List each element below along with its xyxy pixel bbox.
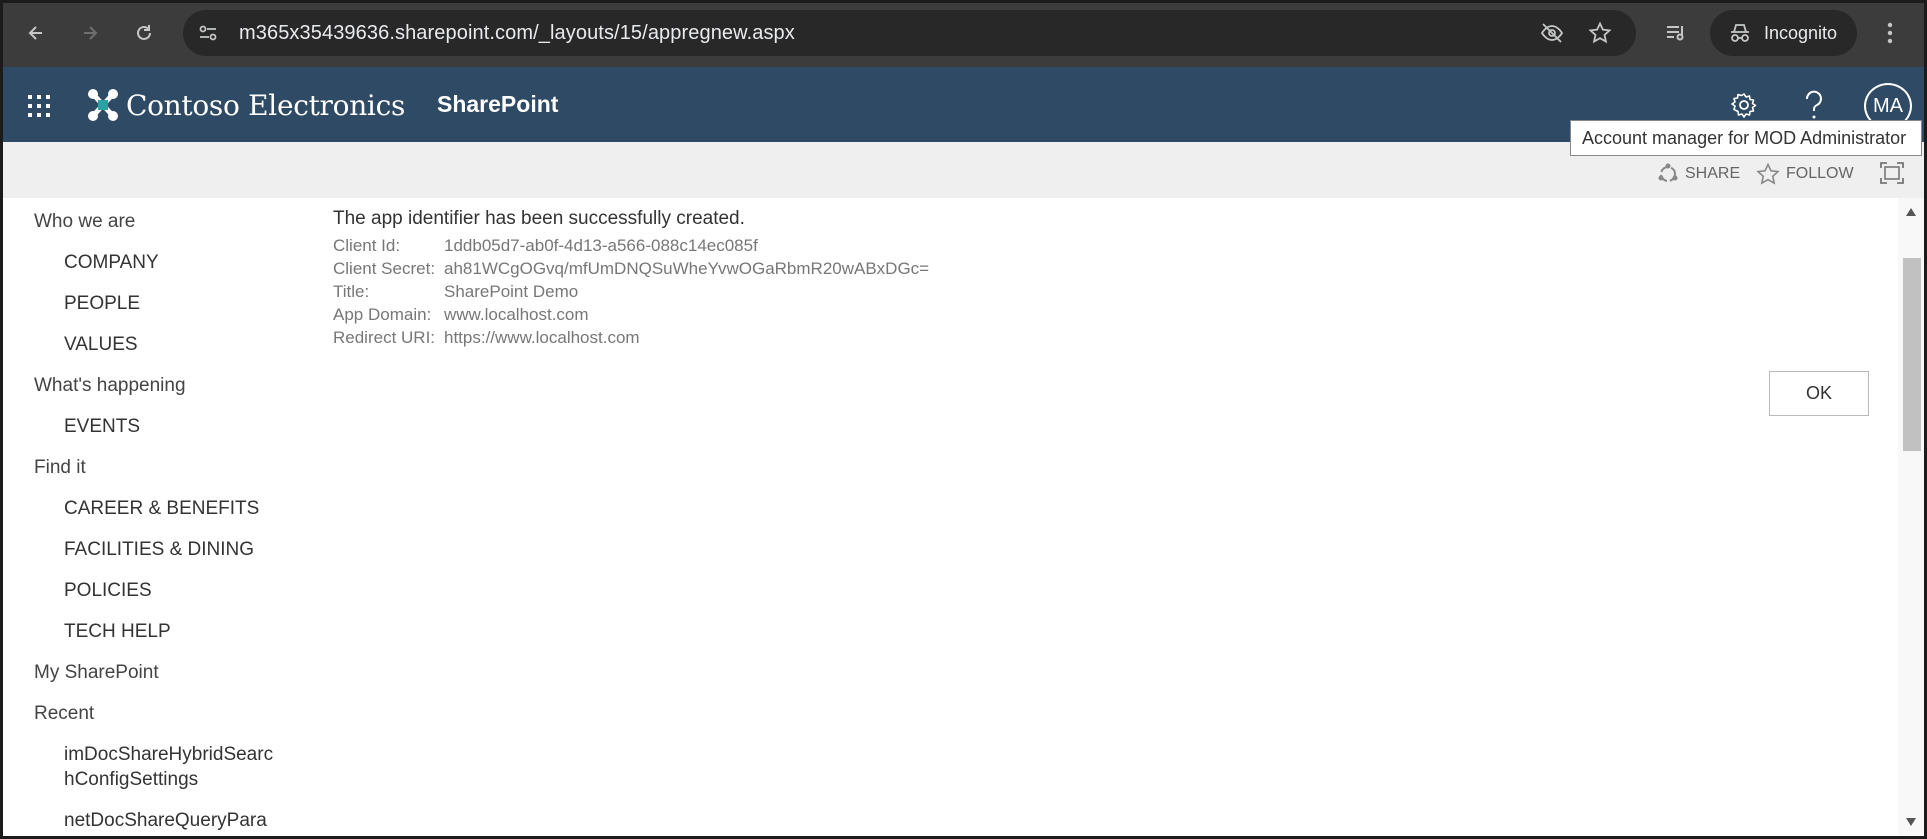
title-row: Title: SharePoint Demo (333, 280, 929, 303)
app-title[interactable]: SharePoint (437, 91, 558, 118)
nav-recent-item-1[interactable]: imDocShareHybridSearc (64, 744, 273, 766)
ok-button[interactable]: OK (1769, 371, 1869, 416)
follow-button[interactable]: FOLLOW (1756, 163, 1854, 185)
scrollbar-thumb[interactable] (1903, 258, 1921, 451)
redirect-uri-row: Redirect URI: https://www.localhost.com (333, 326, 929, 349)
redirect-uri-label: Redirect URI: (333, 328, 436, 347)
more-icon[interactable] (1878, 20, 1902, 46)
incognito-icon (1731, 24, 1749, 42)
redirect-uri-value: https://www.localhost.com (444, 328, 640, 347)
brand-name: Contoso Electronics (126, 88, 406, 122)
title-label: Title: (333, 282, 370, 301)
nav-whats-happening[interactable]: What's happening (34, 375, 186, 397)
site-info-icon[interactable] (197, 22, 219, 44)
nav-people[interactable]: PEOPLE (64, 293, 140, 315)
browser-toolbar: m365x35439636.sharepoint.com/_layouts/15… (0, 0, 1927, 67)
focus-mode-icon[interactable] (1880, 162, 1904, 184)
share-icon (1658, 163, 1678, 182)
nav-values[interactable]: VALUES (64, 334, 138, 356)
app-registration-result: The app identifier has been successfully… (333, 208, 929, 349)
nav-tech-help[interactable]: TECH HELP (64, 621, 171, 643)
nav-who-we-are[interactable]: Who we are (34, 211, 135, 233)
app-domain-label: App Domain: (333, 305, 432, 324)
url-text[interactable]: m365x35439636.sharepoint.com/_layouts/15… (239, 22, 795, 45)
client-id-value: 1ddb05d7-ab0f-4d13-a566-088c14ec085f (444, 236, 758, 255)
client-secret-value: ah81WCgOGvq/mfUmDNQSuWheYvwOGaRbmR20wABx… (444, 259, 930, 278)
nav-find-it[interactable]: Find it (34, 457, 86, 479)
address-bar[interactable]: m365x35439636.sharepoint.com/_layouts/15… (183, 10, 1636, 56)
app-domain-row: App Domain: www.localhost.com (333, 303, 929, 326)
success-message: The app identifier has been successfully… (333, 208, 745, 229)
star-icon[interactable] (1588, 21, 1612, 45)
reload-icon[interactable] (128, 17, 160, 49)
scroll-up-icon[interactable] (1906, 208, 1916, 216)
star-outline-icon (1756, 163, 1780, 185)
nav-company[interactable]: COMPANY (64, 252, 159, 274)
client-secret-row: Client Secret: ah81WCgOGvq/mfUmDNQSuWheY… (333, 257, 929, 280)
settings-gear-icon[interactable] (1727, 88, 1761, 122)
help-icon[interactable] (1797, 88, 1831, 122)
back-icon[interactable] (20, 17, 52, 49)
client-id-row: Client Id: 1ddb05d7-ab0f-4d13-a566-088c1… (333, 234, 929, 257)
account-manager-tooltip: Account manager for MOD Administrator (1570, 120, 1922, 156)
nav-recent-item-1-continued[interactable]: hConfigSettings (64, 769, 198, 791)
brand-link[interactable]: Contoso Electronics (86, 87, 405, 123)
client-secret-label: Client Secret: (333, 259, 436, 278)
share-button[interactable]: SHARE (1657, 163, 1740, 185)
client-id-label: Client Id: (333, 236, 401, 255)
incognito-indicator[interactable]: Incognito (1710, 10, 1857, 56)
left-navigation: Who we are COMPANY PEOPLE VALUES What's … (3, 198, 303, 836)
forward-icon[interactable] (74, 17, 106, 49)
nav-facilities-dining[interactable]: FACILITIES & DINING (64, 539, 254, 561)
app-launcher-icon[interactable] (27, 94, 51, 118)
title-value: SharePoint Demo (444, 282, 579, 301)
follow-label: FOLLOW (1786, 165, 1854, 182)
nav-events[interactable]: EVENTS (64, 416, 140, 438)
nav-career-benefits[interactable]: CAREER & BENEFITS (64, 498, 259, 520)
nav-policies[interactable]: POLICIES (64, 580, 152, 602)
nav-recent[interactable]: Recent (34, 703, 94, 725)
eye-off-icon[interactable] (1540, 21, 1564, 45)
contoso-logo-icon (88, 89, 118, 121)
nav-recent-item-2[interactable]: netDocShareQueryPara (64, 810, 267, 832)
vertical-scrollbar[interactable] (1898, 198, 1924, 836)
nav-my-sharepoint[interactable]: My SharePoint (34, 662, 159, 684)
scroll-down-icon[interactable] (1906, 818, 1916, 826)
app-domain-value: www.localhost.com (444, 305, 589, 324)
page-content: SHARE FOLLOW Who we are COMPANY PEOPLE V… (3, 142, 1924, 836)
reading-list-icon[interactable] (1664, 21, 1688, 45)
incognito-label: Incognito (1764, 23, 1838, 43)
share-label: SHARE (1685, 165, 1741, 182)
